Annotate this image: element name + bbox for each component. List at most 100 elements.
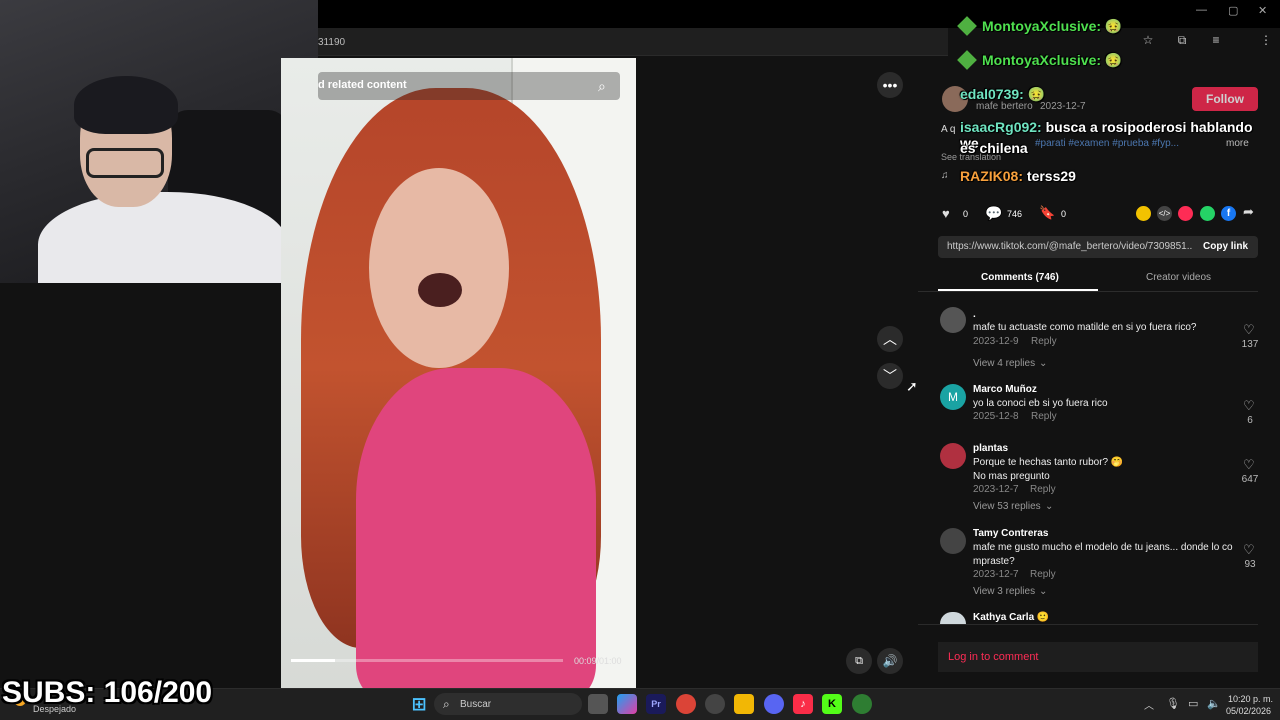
chat-text: 🤢: [1104, 52, 1123, 68]
taskbar-search-label: Buscar: [460, 699, 492, 710]
comment-heart-icon[interactable]: ♡: [1243, 398, 1255, 414]
pip-icon[interactable]: ⧉: [846, 648, 872, 674]
send-icon[interactable]: [1178, 206, 1193, 221]
tab-creator-videos[interactable]: Creator videos: [1146, 272, 1211, 283]
screen: 31190 — ▢ ✕ ☆ ⧉ ≡ ⋮ d related content ⌕ …: [0, 0, 1280, 720]
comment-author[interactable]: .: [973, 309, 976, 320]
kick-icon[interactable]: K: [822, 694, 842, 714]
chat-text: 🤢: [1104, 18, 1123, 34]
facebook-icon[interactable]: f: [1221, 206, 1236, 221]
chevron-up-icon[interactable]: ︿: [877, 326, 903, 352]
cursor-icon: ➚: [906, 378, 918, 394]
speaker-icon[interactable]: 🔈: [1207, 697, 1221, 710]
chat-user: edal0739:: [960, 86, 1024, 102]
music-note-icon: ♫: [941, 170, 949, 181]
taskbar-search[interactable]: [434, 693, 582, 715]
chat-message: MontoyaXclusive: 🤢: [957, 50, 1123, 70]
menu-dots-icon[interactable]: ⋮: [1256, 30, 1276, 50]
comment-text-line2: No mas pregunto: [973, 471, 1050, 482]
reply-button[interactable]: Reply: [1031, 411, 1057, 422]
reply-button[interactable]: Reply: [1030, 484, 1056, 495]
chevron-down-icon[interactable]: ﹀: [877, 363, 903, 389]
comment-icon[interactable]: 💬: [985, 205, 1002, 222]
chevron-down-icon: ⌄: [1039, 358, 1048, 369]
discord-icon[interactable]: [764, 694, 784, 714]
reply-button[interactable]: Reply: [1031, 336, 1057, 347]
playlist-icon[interactable]: ≡: [1206, 30, 1226, 50]
comment-avatar[interactable]: [940, 528, 966, 554]
search-icon: ⌕: [443, 697, 450, 711]
post-link[interactable]: https://www.tiktok.com/@mafe_bertero/vid…: [947, 241, 1192, 252]
chat-message: edal0739: 🤢: [960, 86, 1045, 103]
tray-chevron-icon[interactable]: ︿: [1144, 697, 1154, 712]
extensions-icon[interactable]: ⧉: [1172, 30, 1192, 50]
tab-comments[interactable]: Comments (746): [981, 272, 1059, 283]
chrome-icon[interactable]: [676, 694, 696, 714]
music-icon[interactable]: ♪: [793, 694, 813, 714]
volume-icon[interactable]: 🔊: [877, 648, 903, 674]
search-icon[interactable]: ⌕: [598, 78, 606, 95]
copy-link-button[interactable]: Copy link: [1203, 241, 1248, 252]
copilot-icon[interactable]: [617, 694, 637, 714]
obs-icon[interactable]: [705, 694, 725, 714]
comment-heart-icon[interactable]: ♡: [1243, 322, 1255, 338]
view-replies[interactable]: View 53 replies: [973, 501, 1041, 512]
chat-user: RAZIK08:: [960, 168, 1024, 184]
gem-icon: [957, 16, 977, 36]
microphone-icon[interactable]: 🎙: [1166, 697, 1180, 710]
comment-avatar[interactable]: [940, 443, 966, 469]
comment-author[interactable]: plantas: [973, 443, 1008, 454]
folder-icon[interactable]: [734, 694, 754, 714]
subs-counter: SUBS: 106/200: [2, 676, 213, 709]
comment-like-count: 137: [1241, 339, 1259, 350]
related-search-label: d related content: [318, 79, 407, 91]
minimize-button[interactable]: —: [1196, 4, 1207, 16]
star-icon[interactable]: ☆: [1138, 30, 1158, 50]
chat-message: RAZIK08: terss29: [960, 168, 1076, 184]
follow-button[interactable]: Follow: [1192, 87, 1258, 111]
comment-author[interactable]: Marco Muñoz: [973, 384, 1037, 395]
video-player[interactable]: [281, 58, 636, 688]
heart-icon[interactable]: ♥: [942, 206, 950, 221]
clock-date[interactable]: 05/02/2026: [1226, 706, 1271, 716]
network-icon[interactable]: ▭: [1188, 697, 1198, 710]
login-to-comment[interactable]: Log in to comment: [948, 651, 1039, 663]
view-replies[interactable]: View 3 replies: [973, 586, 1035, 597]
chat-user: MontoyaXclusive:: [982, 52, 1102, 68]
view-replies[interactable]: View 4 replies: [973, 358, 1035, 369]
chrome-profile-icon[interactable]: [852, 694, 872, 714]
comment-like-count: 6: [1247, 415, 1253, 426]
premiere-icon[interactable]: Pr: [646, 694, 666, 714]
comment-heart-icon[interactable]: ♡: [1243, 457, 1255, 473]
restore-button[interactable]: ▢: [1228, 4, 1238, 17]
embed-icon[interactable]: </>: [1157, 206, 1172, 221]
whatsapp-icon[interactable]: [1200, 206, 1215, 221]
comment-avatar[interactable]: M: [940, 384, 966, 410]
task-view-icon[interactable]: [588, 694, 608, 714]
comment-count: 746: [1007, 209, 1023, 219]
comment-avatar[interactable]: [940, 307, 966, 333]
comment-like-count: 93: [1244, 559, 1256, 570]
windows-start-icon[interactable]: ⊞: [409, 694, 429, 714]
chat-text: 🤢: [1027, 86, 1046, 102]
chat-user: MontoyaXclusive:: [982, 18, 1102, 34]
address-bar[interactable]: 31190: [318, 28, 948, 56]
clock-time[interactable]: 10:20 p. m.: [1228, 694, 1273, 704]
more-options-icon[interactable]: •••: [877, 72, 903, 98]
comment-date: 2023-12-7: [973, 484, 1019, 495]
webcam-feed: [0, 0, 318, 283]
bookmark-icon[interactable]: 🔖: [1039, 205, 1055, 221]
reply-button[interactable]: Reply: [1030, 569, 1056, 580]
comment-heart-icon[interactable]: ♡: [1243, 542, 1255, 558]
chevron-down-icon: ⌄: [1039, 586, 1048, 597]
comment-author[interactable]: Kathya Carla 🙂: [973, 612, 1049, 623]
emoji-share-icon[interactable]: [1136, 206, 1151, 221]
share-arrow-icon[interactable]: ➦: [1243, 204, 1254, 220]
like-count: 0: [963, 209, 969, 219]
gem-icon: [957, 50, 977, 70]
post-date: 2023-12-7: [1040, 101, 1086, 112]
chevron-down-icon: ⌄: [1045, 501, 1054, 512]
comment-text: Porque te hechas tanto rubor? 🤭: [973, 457, 1124, 468]
comment-author[interactable]: Tamy Contreras: [973, 528, 1048, 539]
close-window-button[interactable]: ✕: [1258, 4, 1267, 17]
